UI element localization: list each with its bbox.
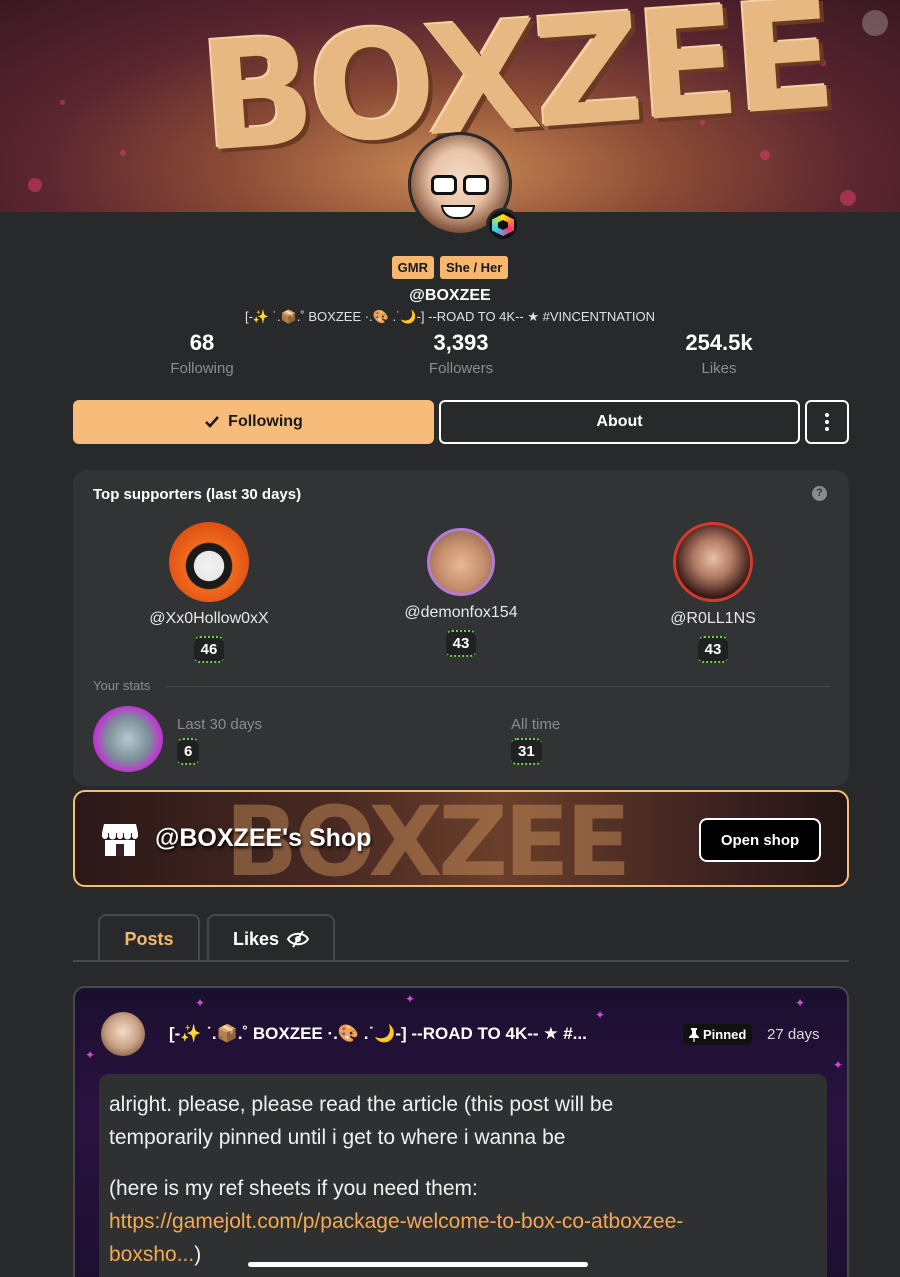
supporter-count: 43 bbox=[697, 636, 729, 663]
help-icon[interactable]: ? bbox=[812, 486, 827, 501]
post-author-avatar[interactable] bbox=[101, 1012, 145, 1056]
post-age: 27 days bbox=[767, 1026, 820, 1043]
post-text-line: alright. please, please read the article… bbox=[109, 1093, 614, 1116]
supporter-name: @demonfox154 bbox=[404, 604, 518, 621]
profile-username: @BOXZEE bbox=[409, 287, 491, 304]
stat-followers[interactable]: 3,393 Followers bbox=[371, 330, 551, 377]
pinned-badge: Pinned bbox=[683, 1024, 753, 1045]
banner-corner-icon bbox=[862, 10, 888, 36]
supporter-2[interactable]: @demonfox154 43 bbox=[361, 522, 561, 657]
supporter-1[interactable]: @Xx0Hollow0xX 46 bbox=[109, 522, 309, 663]
home-indicator[interactable] bbox=[248, 1262, 588, 1267]
shop-banner[interactable]: BOXZEE @BOXZEE's Shop Open shop bbox=[73, 790, 849, 887]
post-body: alright. please, please read the article… bbox=[99, 1074, 827, 1277]
tab-posts[interactable]: Posts bbox=[98, 914, 200, 962]
your-stats-label: Your stats bbox=[93, 678, 151, 693]
following-button-label: Following bbox=[228, 413, 303, 430]
verified-badge-icon bbox=[486, 208, 520, 242]
stat-value: 68 bbox=[189, 330, 215, 355]
stat-following[interactable]: 68 Following bbox=[112, 330, 292, 377]
pinned-label: Pinned bbox=[703, 1027, 747, 1042]
open-shop-button[interactable]: Open shop bbox=[699, 818, 821, 862]
top-supporters-card: Top supporters (last 30 days) ? @Xx0Holl… bbox=[73, 470, 849, 786]
about-button-label: About bbox=[596, 413, 643, 430]
tab-likes-label: Likes bbox=[232, 928, 280, 949]
stat-value: 3,393 bbox=[433, 330, 489, 355]
post-link-cont[interactable]: boxsho... bbox=[109, 1243, 194, 1266]
post-text-tail: ) bbox=[194, 1243, 202, 1266]
following-button[interactable]: Following bbox=[73, 400, 434, 444]
supporters-title: Top supporters (last 30 days) bbox=[93, 486, 302, 503]
supporter-count: 43 bbox=[445, 630, 477, 657]
pinned-post[interactable]: ✦ ✦ ✦ ✦ ✦ ✦ [-✨ ˙.📦.˚ BOXZEE ·.🎨 .˙🌙-] -… bbox=[73, 986, 849, 1277]
tag-gmr: GMR bbox=[391, 256, 434, 279]
profile-tags: GMR She / Her bbox=[0, 256, 900, 279]
stat-label: Following bbox=[170, 360, 234, 377]
tab-posts-label: Posts bbox=[124, 928, 174, 949]
last30-value: 6 bbox=[177, 738, 200, 765]
stat-label: Likes bbox=[701, 360, 737, 377]
supporter-3[interactable]: @R0LL1NS 43 bbox=[613, 522, 813, 663]
divider bbox=[165, 686, 829, 687]
post-link[interactable]: https://gamejolt.com/p/package-welcome-t… bbox=[109, 1210, 683, 1233]
stat-likes[interactable]: 254.5k Likes bbox=[629, 330, 809, 377]
post-author-name[interactable]: [-✨ ˙.📦.˚ BOXZEE ·.🎨 .˙🌙-] --ROAD TO 4K-… bbox=[169, 1024, 587, 1044]
check-icon bbox=[205, 416, 220, 428]
profile-bio: [-✨ ˙.📦.˚ BOXZEE ·.🎨 .˙🌙-] --ROAD TO 4K-… bbox=[244, 309, 656, 324]
more-dots-icon bbox=[825, 413, 829, 417]
storefront-icon bbox=[102, 824, 138, 856]
last30-label: Last 30 days bbox=[177, 716, 263, 733]
shop-title: @BOXZEE's Shop bbox=[155, 824, 372, 852]
alltime-label: All time bbox=[511, 716, 561, 733]
supporter-name: @R0LL1NS bbox=[670, 610, 756, 627]
tabs-underline bbox=[73, 960, 849, 962]
supporter-avatar bbox=[673, 522, 753, 602]
tag-pronouns: She / Her bbox=[439, 256, 509, 279]
post-text-line: (here is my ref sheets if you need them: bbox=[109, 1177, 478, 1200]
banner-logo: BOXZEE bbox=[194, 0, 836, 186]
tab-likes[interactable]: Likes bbox=[207, 914, 335, 962]
supporter-count: 46 bbox=[193, 636, 225, 663]
supporter-name: @Xx0Hollow0xX bbox=[149, 610, 269, 627]
stat-value: 254.5k bbox=[685, 330, 753, 355]
pin-icon bbox=[689, 1027, 699, 1042]
alltime-value: 31 bbox=[511, 738, 542, 765]
supporter-avatar bbox=[427, 528, 495, 596]
supporter-avatar bbox=[169, 522, 249, 602]
your-avatar bbox=[93, 706, 163, 772]
stat-label: Followers bbox=[428, 360, 494, 377]
more-options-button[interactable] bbox=[805, 400, 849, 444]
about-button[interactable]: About bbox=[439, 400, 800, 444]
eye-slash-icon bbox=[287, 930, 310, 948]
post-text-line: temporarily pinned until i get to where … bbox=[109, 1126, 566, 1149]
